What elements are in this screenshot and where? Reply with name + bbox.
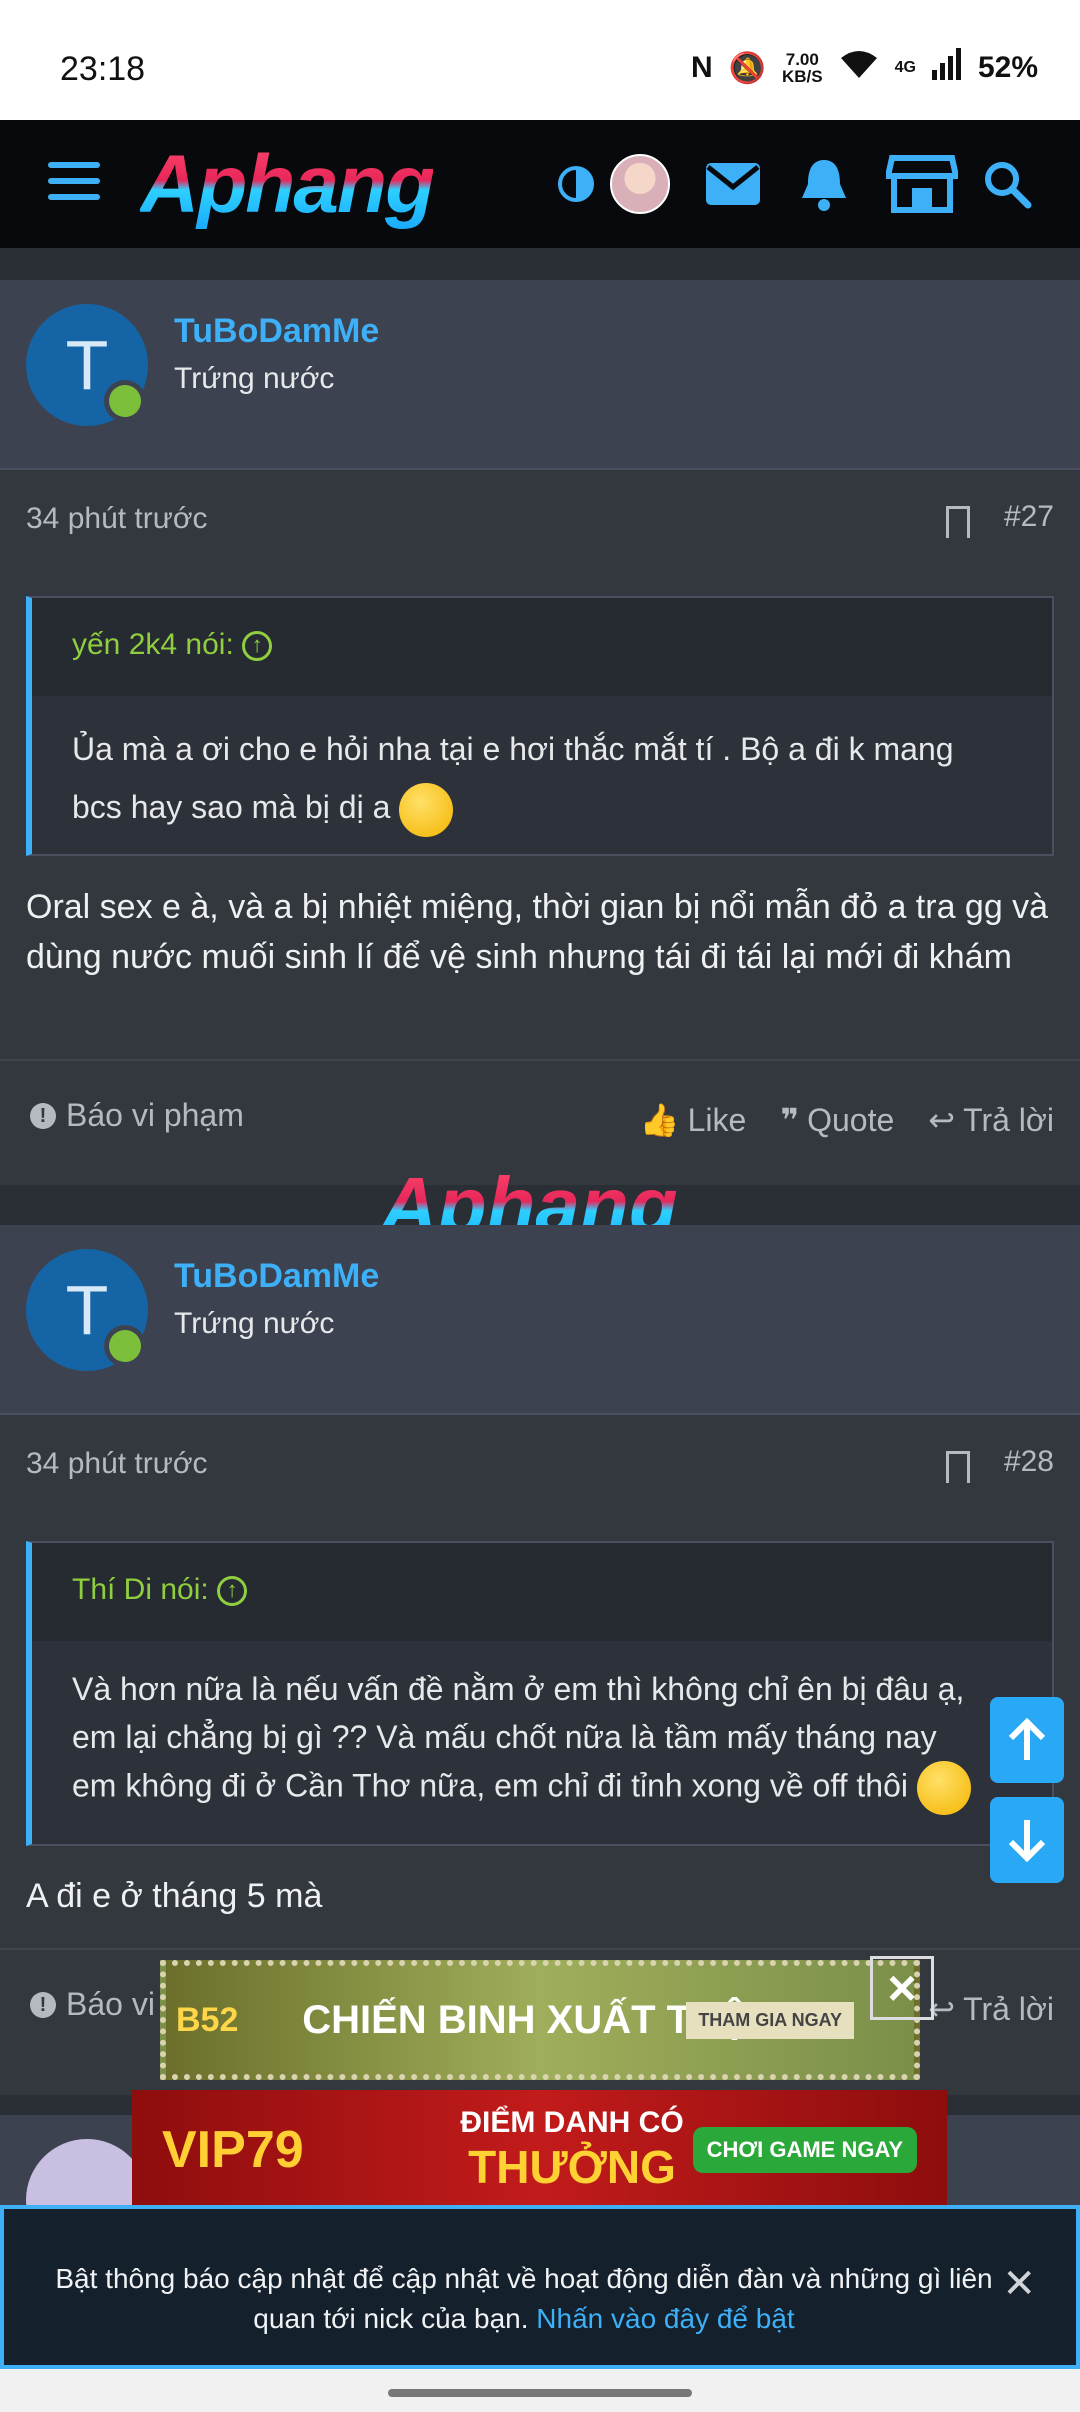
arrow-down-icon bbox=[1008, 1820, 1046, 1862]
alert-icon: ! bbox=[30, 1102, 56, 1129]
post-number[interactable]: #28 bbox=[1004, 1445, 1054, 1479]
thumbs-up-icon: 👍 bbox=[639, 1102, 680, 1138]
menu-icon[interactable] bbox=[48, 162, 100, 206]
user-avatar[interactable] bbox=[610, 150, 670, 218]
scroll-bottom-button[interactable] bbox=[990, 1797, 1064, 1883]
ad-line1: ĐIỂM DANH CÓ bbox=[460, 2106, 684, 2139]
arrow-up-icon bbox=[1008, 1718, 1046, 1760]
quote-icon: ❞ bbox=[780, 1102, 800, 1138]
bell-icon[interactable] bbox=[798, 150, 850, 218]
close-icon[interactable]: ✕ bbox=[1002, 2261, 1036, 2307]
store-icon[interactable] bbox=[886, 150, 958, 218]
status-bar: 23:18 N 🔕 7.00 KB/S 4G 52% bbox=[0, 0, 1080, 120]
report-button[interactable]: ! Báo vi phạm bbox=[30, 1097, 244, 1134]
reply-icon: ↩ bbox=[928, 1102, 956, 1138]
search-icon[interactable] bbox=[982, 150, 1032, 218]
home-indicator[interactable] bbox=[388, 2389, 692, 2397]
online-status-icon bbox=[104, 380, 146, 422]
quote-header[interactable]: Thí Di nói: ↑ bbox=[32, 1543, 1052, 1641]
notification-message: Bật thông báo cập nhật để cập nhật về ho… bbox=[55, 2263, 993, 2334]
action-group: 👍 Like ❞ Quote ↩ Trả lời bbox=[640, 1101, 1054, 1139]
nfc-icon: N bbox=[690, 51, 713, 84]
network-type: 4G bbox=[894, 59, 916, 76]
mail-icon[interactable] bbox=[704, 150, 762, 218]
bookmark-icon[interactable] bbox=[946, 1451, 970, 1483]
ad-text: ĐIỂM DANH CÓ THƯỞNG bbox=[412, 2106, 732, 2194]
post-27: T TuBoDamMe Trứng nước 34 phút trước #27… bbox=[0, 280, 1080, 1185]
theme-toggle-icon[interactable] bbox=[556, 150, 596, 218]
site-logo[interactable]: Aphang bbox=[140, 138, 435, 232]
quote-text: Ủa mà a ơi cho e hỏi nha tại e hơi thắc … bbox=[72, 731, 954, 825]
quote-header[interactable]: yến 2k4 nói: ↑ bbox=[32, 598, 1052, 696]
speed-unit: KB/S bbox=[781, 67, 823, 86]
ad-cta[interactable]: CHƠI GAME NGAY bbox=[692, 2127, 917, 2173]
author-title: Trứng nước bbox=[174, 362, 335, 395]
like-label: Like bbox=[687, 1101, 747, 1138]
post-author-bar: T TuBoDamMe Trứng nước bbox=[0, 280, 1080, 470]
arrow-up-circle-icon[interactable]: ↑ bbox=[217, 1576, 248, 1607]
scroll-top-button[interactable] bbox=[990, 1697, 1064, 1783]
ad-brand: B52 bbox=[176, 2000, 239, 2039]
signal-icon bbox=[931, 48, 962, 88]
status-time: 23:18 bbox=[60, 50, 146, 88]
post-body: A đi e ở tháng 5 mà bbox=[26, 1877, 323, 1915]
quote-text: Và hơn nữa là nếu vấn đề nằm ở em thì kh… bbox=[72, 1671, 965, 1804]
site-header: Aphang bbox=[0, 120, 1080, 248]
post-time[interactable]: 34 phút trước bbox=[26, 502, 208, 536]
smile-emoji-icon bbox=[916, 1761, 971, 1815]
quote-content: Và hơn nữa là nếu vấn đề nằm ở em thì kh… bbox=[32, 1641, 1052, 1835]
thinking-emoji-icon bbox=[399, 782, 454, 837]
reply-button[interactable]: ↩ Trả lời bbox=[928, 1101, 1054, 1139]
notification-prompt: Bật thông báo cập nhật để cập nhật về ho… bbox=[0, 2205, 1080, 2369]
quote-block: yến 2k4 nói: ↑ Ủa mà a ơi cho e hỏi nha … bbox=[26, 596, 1054, 856]
report-button[interactable]: ! Báo vi bbox=[30, 1986, 155, 2023]
separator bbox=[0, 248, 1080, 280]
battery-level: 52% bbox=[977, 51, 1038, 84]
ad-brand: VIP79 bbox=[162, 2121, 304, 2179]
status-icons: N 🔕 7.00 KB/S 4G 52% bbox=[691, 48, 1038, 88]
enable-notifications-link[interactable]: Nhấn vào đây để bật bbox=[536, 2303, 794, 2334]
network-speed: 7.00 KB/S bbox=[782, 51, 823, 85]
report-label: Báo vi bbox=[66, 1986, 155, 2022]
avatar bbox=[610, 154, 670, 214]
online-status-icon bbox=[104, 1325, 146, 1367]
bookmark-icon[interactable] bbox=[946, 506, 970, 538]
reply-label: Trả lời bbox=[963, 1101, 1054, 1138]
author-name[interactable]: TuBoDamMe bbox=[174, 312, 379, 351]
quote-author: Thí Di nói: bbox=[72, 1573, 209, 1606]
arrow-up-circle-icon[interactable]: ↑ bbox=[242, 631, 273, 662]
quote-author: yến 2k4 nói: bbox=[72, 628, 234, 661]
report-label: Báo vi phạm bbox=[66, 1097, 244, 1133]
notification-text: Bật thông báo cập nhật để cập nhật về ho… bbox=[44, 2259, 1004, 2339]
ad-banner-b52[interactable]: B52 CHIẾN BINH XUẤT TRẬN THAM GIA NGAY × bbox=[160, 1956, 934, 2080]
mute-bell-icon: 🔕 bbox=[728, 51, 766, 85]
close-icon[interactable]: × bbox=[870, 1956, 934, 2020]
alert-icon: ! bbox=[30, 1991, 56, 2018]
quote-block: Thí Di nói: ↑ Và hơn nữa là nếu vấn đề n… bbox=[26, 1541, 1054, 1846]
author-name[interactable]: TuBoDamMe bbox=[174, 1257, 379, 1296]
ad-banner-vip79[interactable]: VIP79 ĐIỂM DANH CÓ THƯỞNG CHƠI GAME NGAY bbox=[132, 2090, 947, 2210]
wifi-icon bbox=[839, 48, 879, 88]
like-button[interactable]: 👍 Like bbox=[640, 1101, 747, 1139]
post-number[interactable]: #27 bbox=[1004, 500, 1054, 534]
quote-button[interactable]: ❞ Quote bbox=[780, 1101, 894, 1139]
post-author-bar: T TuBoDamMe Trứng nước bbox=[0, 1225, 1080, 1415]
quote-content: Ủa mà a ơi cho e hỏi nha tại e hơi thắc … bbox=[32, 696, 1052, 857]
gesture-bar bbox=[0, 2369, 1080, 2412]
action-group: ↩ Trả lời bbox=[928, 1990, 1054, 2028]
post-time[interactable]: 34 phút trước bbox=[26, 1447, 208, 1481]
ad-line2: THƯỞNG bbox=[468, 2141, 676, 2193]
reply-button[interactable]: ↩ Trả lời bbox=[928, 1990, 1054, 2028]
reply-label: Trả lời bbox=[963, 1990, 1054, 2027]
ad-cta[interactable]: THAM GIA NGAY bbox=[686, 2001, 854, 2039]
quote-label: Quote bbox=[807, 1101, 895, 1138]
post-body: Oral sex e à, và a bị nhiệt miệng, thời … bbox=[26, 888, 1049, 976]
author-title: Trứng nước bbox=[174, 1307, 335, 1340]
